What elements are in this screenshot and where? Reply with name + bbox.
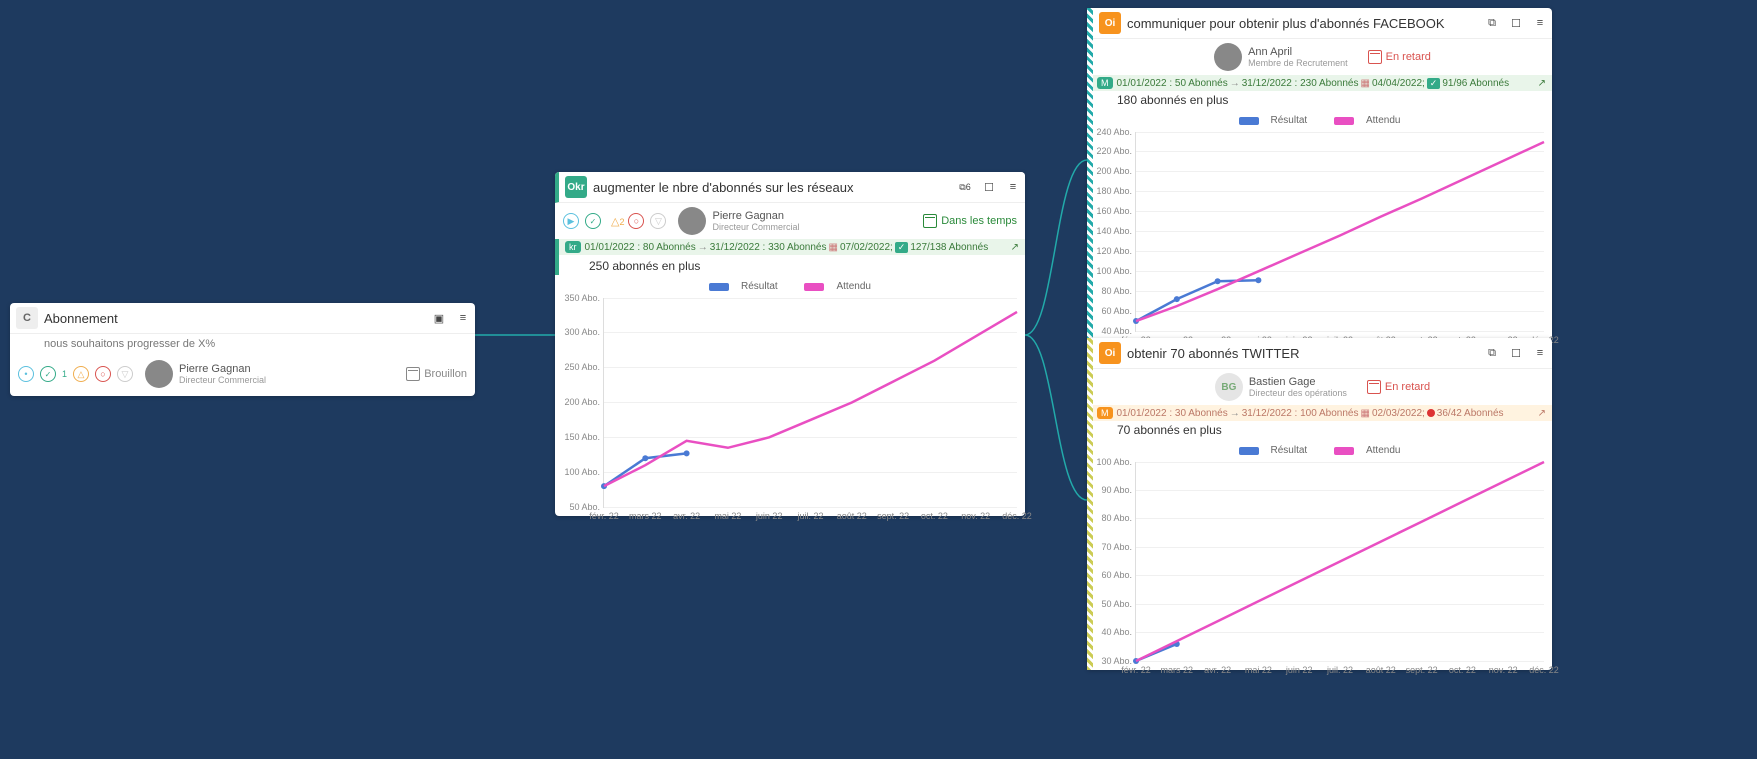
status-dot-warn: △ <box>73 366 89 382</box>
oi-badge: Oi <box>1099 342 1121 364</box>
link-icon[interactable]: ☐ <box>1506 344 1526 362</box>
calendar-icon <box>1367 380 1381 394</box>
okr-title: augmenter le nbre d'abonnés sur les rése… <box>593 174 953 201</box>
challenge-subtitle: nous souhaitons progresser de X% <box>10 334 475 356</box>
check-chip-icon: ✓ <box>1427 78 1441 89</box>
edit-icon[interactable]: ↗ <box>1538 78 1546 89</box>
hierarchy-icon[interactable]: ⧉6 <box>955 178 975 196</box>
link-icon[interactable]: ☐ <box>979 178 999 196</box>
m-title: 70 abonnés en plus <box>1087 421 1552 439</box>
challenge-card[interactable]: C Abonnement ▣ ≡ nous souhaitons progres… <box>10 303 475 396</box>
owner-role: Directeur Commercial <box>712 222 799 232</box>
owner-name: Pierre Gagnan <box>179 363 266 375</box>
oi-badge: Oi <box>1099 12 1121 34</box>
status-ok-count: 1 <box>62 369 67 379</box>
status-dot-none: ▽ <box>650 213 666 229</box>
menu-icon[interactable]: ≡ <box>1530 14 1550 32</box>
oi2-chart: Résultat Attendu 30 Abo.40 Abo.50 Abo.60… <box>1087 439 1552 670</box>
calendar-icon <box>1368 50 1382 64</box>
focus-icon[interactable]: ▣ <box>429 309 449 327</box>
okr-chart: Résultat Attendu 50 Abo.100 Abo.150 Abo.… <box>555 275 1025 516</box>
oi-status: En retard <box>1367 380 1430 394</box>
link-icon[interactable]: ☐ <box>1506 14 1526 32</box>
calendar-mini-icon: ▦ <box>829 242 838 253</box>
challenge-badge: C <box>16 307 38 329</box>
owner-name: Ann April <box>1248 46 1348 58</box>
stripe <box>1087 338 1093 670</box>
owner-role: Directeur des opérations <box>1249 388 1347 398</box>
menu-icon[interactable]: ≡ <box>1530 344 1550 362</box>
edit-icon[interactable]: ↗ <box>1538 408 1546 419</box>
owner-role: Directeur Commercial <box>179 375 266 385</box>
menu-icon[interactable]: ≡ <box>453 309 473 327</box>
owner-role: Membre de Recrutement <box>1248 58 1348 68</box>
status-dot-info: • <box>18 366 34 382</box>
calendar-mini-icon: ▦ <box>1361 408 1370 419</box>
check-chip-icon: ✓ <box>895 242 909 253</box>
challenge-status: Brouillon <box>406 367 467 381</box>
m-info-row: M 01/01/2022 : 50 Abonnés→ 31/12/2022 : … <box>1087 75 1552 91</box>
status-dot-info: ▶ <box>563 213 579 229</box>
kr-title: 250 abonnés en plus <box>555 255 1025 275</box>
avatar-initials: BG <box>1215 373 1243 401</box>
hierarchy-icon[interactable]: ⧉ <box>1482 344 1502 362</box>
m-badge: M <box>1097 407 1113 419</box>
okr-badge: Okr <box>565 176 587 198</box>
status-dot-ok <box>40 366 56 382</box>
oi1-chart: Résultat Attendu 40 Abo.60 Abo.80 Abo.10… <box>1087 109 1552 340</box>
avatar <box>678 207 706 235</box>
status-warn-icon: △2 <box>611 215 624 228</box>
challenge-title: Abonnement <box>44 305 427 332</box>
calendar-icon <box>923 214 937 228</box>
okr-status: Dans les temps <box>923 214 1017 228</box>
oi-status: En retard <box>1368 50 1431 64</box>
menu-icon[interactable]: ≡ <box>1003 178 1023 196</box>
oi-card-twitter[interactable]: Oi obtenir 70 abonnés TWITTER ⧉ ☐ ≡ BG B… <box>1087 338 1552 670</box>
status-dot-none: ▽ <box>117 366 133 382</box>
avatar <box>1214 43 1242 71</box>
m-title: 180 abonnés en plus <box>1087 91 1552 109</box>
kr-badge: kr <box>565 241 581 253</box>
kr-info-row: kr 01/01/2022 : 80 Abonnés → 31/12/2022 … <box>555 239 1025 255</box>
owner-name: Pierre Gagnan <box>712 210 799 222</box>
okr-card[interactable]: Okr augmenter le nbre d'abonnés sur les … <box>555 172 1025 516</box>
calendar-icon <box>406 367 420 381</box>
m-badge: M <box>1097 77 1113 89</box>
oi-card-facebook[interactable]: Oi communiquer pour obtenir plus d'abonn… <box>1087 8 1552 340</box>
edit-icon[interactable]: ↗ <box>1011 242 1019 253</box>
owner-name: Bastien Gage <box>1249 376 1347 388</box>
avatar <box>145 360 173 388</box>
calendar-mini-icon: ▦ <box>1361 78 1370 89</box>
alert-dot-icon <box>1427 409 1435 417</box>
status-dot-err: ○ <box>628 213 644 229</box>
oi-title: communiquer pour obtenir plus d'abonnés … <box>1127 10 1480 37</box>
hierarchy-icon[interactable]: ⧉ <box>1482 14 1502 32</box>
oi-title: obtenir 70 abonnés TWITTER <box>1127 340 1480 367</box>
status-dot-ok <box>585 213 601 229</box>
m-info-row: M 01/01/2022 : 30 Abonnés→ 31/12/2022 : … <box>1087 405 1552 421</box>
status-dot-err: ○ <box>95 366 111 382</box>
